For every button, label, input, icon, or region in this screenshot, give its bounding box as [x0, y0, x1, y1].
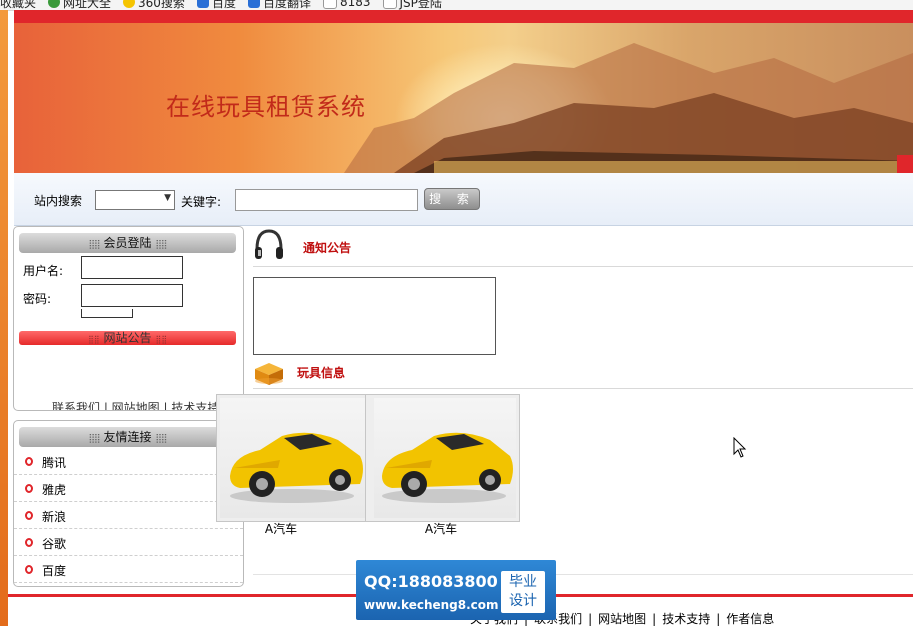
favorite-label: 8183: [339, 0, 371, 9]
grip-icon: ⣿⣿: [88, 240, 100, 250]
badge-line-2: 设计: [509, 593, 537, 609]
site-search-label: 站内搜索: [34, 194, 83, 208]
link-item: 新浪: [14, 502, 243, 529]
footer-link-support[interactable]: 技术支持: [662, 612, 710, 626]
toy-card-label[interactable]: A汽车: [381, 520, 501, 537]
username-label: 用户名:: [23, 264, 64, 278]
favorite-label: 百度: [211, 0, 236, 10]
search-button[interactable]: 搜 索: [424, 188, 480, 210]
password-label: 密码:: [23, 292, 52, 306]
left-decor-bar: [0, 10, 8, 626]
toy-card[interactable]: [216, 394, 371, 522]
watermark-badge: 毕业 设计: [501, 571, 545, 613]
link-item: 雅虎: [14, 475, 243, 502]
watermark-url: www.kecheng8.com: [364, 598, 499, 612]
watermark-qq: QQ:188083800: [364, 572, 498, 591]
footer-link-sitemap[interactable]: 网站地图: [598, 612, 646, 626]
notice-title: 通知公告: [303, 241, 352, 255]
separator: |: [588, 612, 593, 626]
member-login-panel: ⣿⣿ 会员登陆 ⣿⣿ 用户名: 密码: ⣿⣿ 网站公告 ⣿⣿ 联系我们 | 网站…: [13, 226, 244, 411]
notice-section-header: 通知公告: [253, 226, 913, 267]
favorite-item[interactable]: 百度: [196, 0, 236, 10]
search-bar: 站内搜索 ▼ 关键字: 搜 索: [14, 173, 913, 226]
verify-input-partial[interactable]: [81, 309, 133, 318]
baidu-icon: [196, 0, 209, 8]
announcement-title: 网站公告: [103, 331, 152, 345]
360-icon: [123, 0, 136, 8]
favorite-item[interactable]: 360搜索: [123, 0, 185, 10]
grip-icon: ⣿⣿: [87, 335, 100, 344]
page-icon: [322, 0, 337, 9]
bullet-icon: [25, 538, 33, 547]
link-tencent[interactable]: 腾讯: [42, 454, 66, 471]
footer-link-author[interactable]: 作者信息: [726, 612, 774, 626]
content-divider: [253, 574, 913, 575]
toy-section-header: 玩具信息: [253, 357, 913, 389]
bullet-icon: [25, 484, 33, 493]
globe-icon: [48, 0, 61, 8]
search-category-select[interactable]: ▼: [95, 190, 175, 210]
links-panel-header: ⣿⣿ 友情连接 ⣿⣿: [19, 427, 236, 447]
grip-icon: ⣿⣿: [155, 335, 168, 344]
username-input[interactable]: [81, 256, 183, 279]
watermark-banner: QQ:188083800 www.kecheng8.com 毕业 设计: [356, 560, 556, 620]
site-banner: 在线玩具租赁系统: [14, 23, 913, 173]
announcement-header: ⣿⣿ 网站公告 ⣿⣿: [19, 331, 236, 345]
bullet-icon: [25, 457, 33, 466]
yellow-sports-car-icon: [382, 432, 513, 503]
links-panel-title: 友情连接: [103, 430, 152, 444]
yellow-sports-car-icon: [230, 432, 363, 503]
toy-image[interactable]: [374, 398, 516, 518]
login-panel-header: ⣿⣿ 会员登陆 ⣿⣿: [19, 233, 236, 253]
notice-content-box: [253, 277, 496, 355]
link-google[interactable]: 谷歌: [42, 535, 66, 552]
keyword-label: 关键字:: [181, 195, 222, 209]
toy-card[interactable]: [365, 394, 520, 522]
banner-red-marker: [897, 155, 913, 173]
grip-icon: ⣿⣿: [155, 434, 167, 444]
top-red-strip: [14, 10, 913, 23]
favorites-label: 收藏夹: [0, 0, 37, 10]
grip-icon: ⣿⣿: [155, 240, 167, 250]
badge-line-1: 毕业: [509, 574, 537, 590]
link-yahoo[interactable]: 雅虎: [42, 481, 66, 498]
link-sina[interactable]: 新浪: [42, 508, 66, 525]
link-item: 腾讯: [14, 448, 243, 475]
headphones-icon: [255, 229, 283, 259]
site-title: 在线玩具租赁系统: [166, 93, 366, 121]
link-item: 谷歌: [14, 529, 243, 556]
favorite-label: 360搜索: [138, 0, 185, 10]
mountain-scenery: [344, 43, 913, 173]
separator: |: [716, 612, 721, 626]
favorite-label: 百度翻译: [262, 0, 311, 10]
dropdown-arrow-icon: ▼: [164, 193, 171, 203]
mouse-cursor-icon: [733, 437, 747, 458]
password-input[interactable]: [81, 284, 183, 307]
toy-card-label[interactable]: A汽车: [221, 520, 341, 537]
bullet-icon: [25, 565, 33, 574]
toy-image[interactable]: [220, 398, 368, 518]
favorite-label: 网址大全: [63, 0, 112, 10]
page-icon: [382, 0, 397, 9]
favorite-item[interactable]: 网址大全: [48, 0, 112, 10]
favorite-label: JSP登陆: [399, 0, 442, 10]
box-icon: [255, 363, 283, 385]
grip-icon: ⣿⣿: [88, 434, 100, 444]
toy-section-title: 玩具信息: [297, 366, 346, 380]
link-item: 百度: [14, 556, 243, 583]
favorite-item[interactable]: 百度翻译: [247, 0, 311, 10]
favorite-item[interactable]: 收藏夹: [0, 0, 37, 10]
link-baidu[interactable]: 百度: [42, 562, 66, 579]
translate-icon: [247, 0, 260, 8]
separator: |: [652, 612, 657, 626]
bullet-icon: [25, 511, 33, 520]
login-panel-title: 会员登陆: [103, 236, 152, 250]
favorite-item[interactable]: 8183: [322, 0, 371, 9]
favorite-item[interactable]: JSP登陆: [382, 0, 442, 10]
keyword-input[interactable]: [235, 189, 418, 211]
friend-links-panel: ⣿⣿ 友情连接 ⣿⣿ 腾讯 雅虎 新浪 谷歌 百度: [13, 420, 244, 587]
